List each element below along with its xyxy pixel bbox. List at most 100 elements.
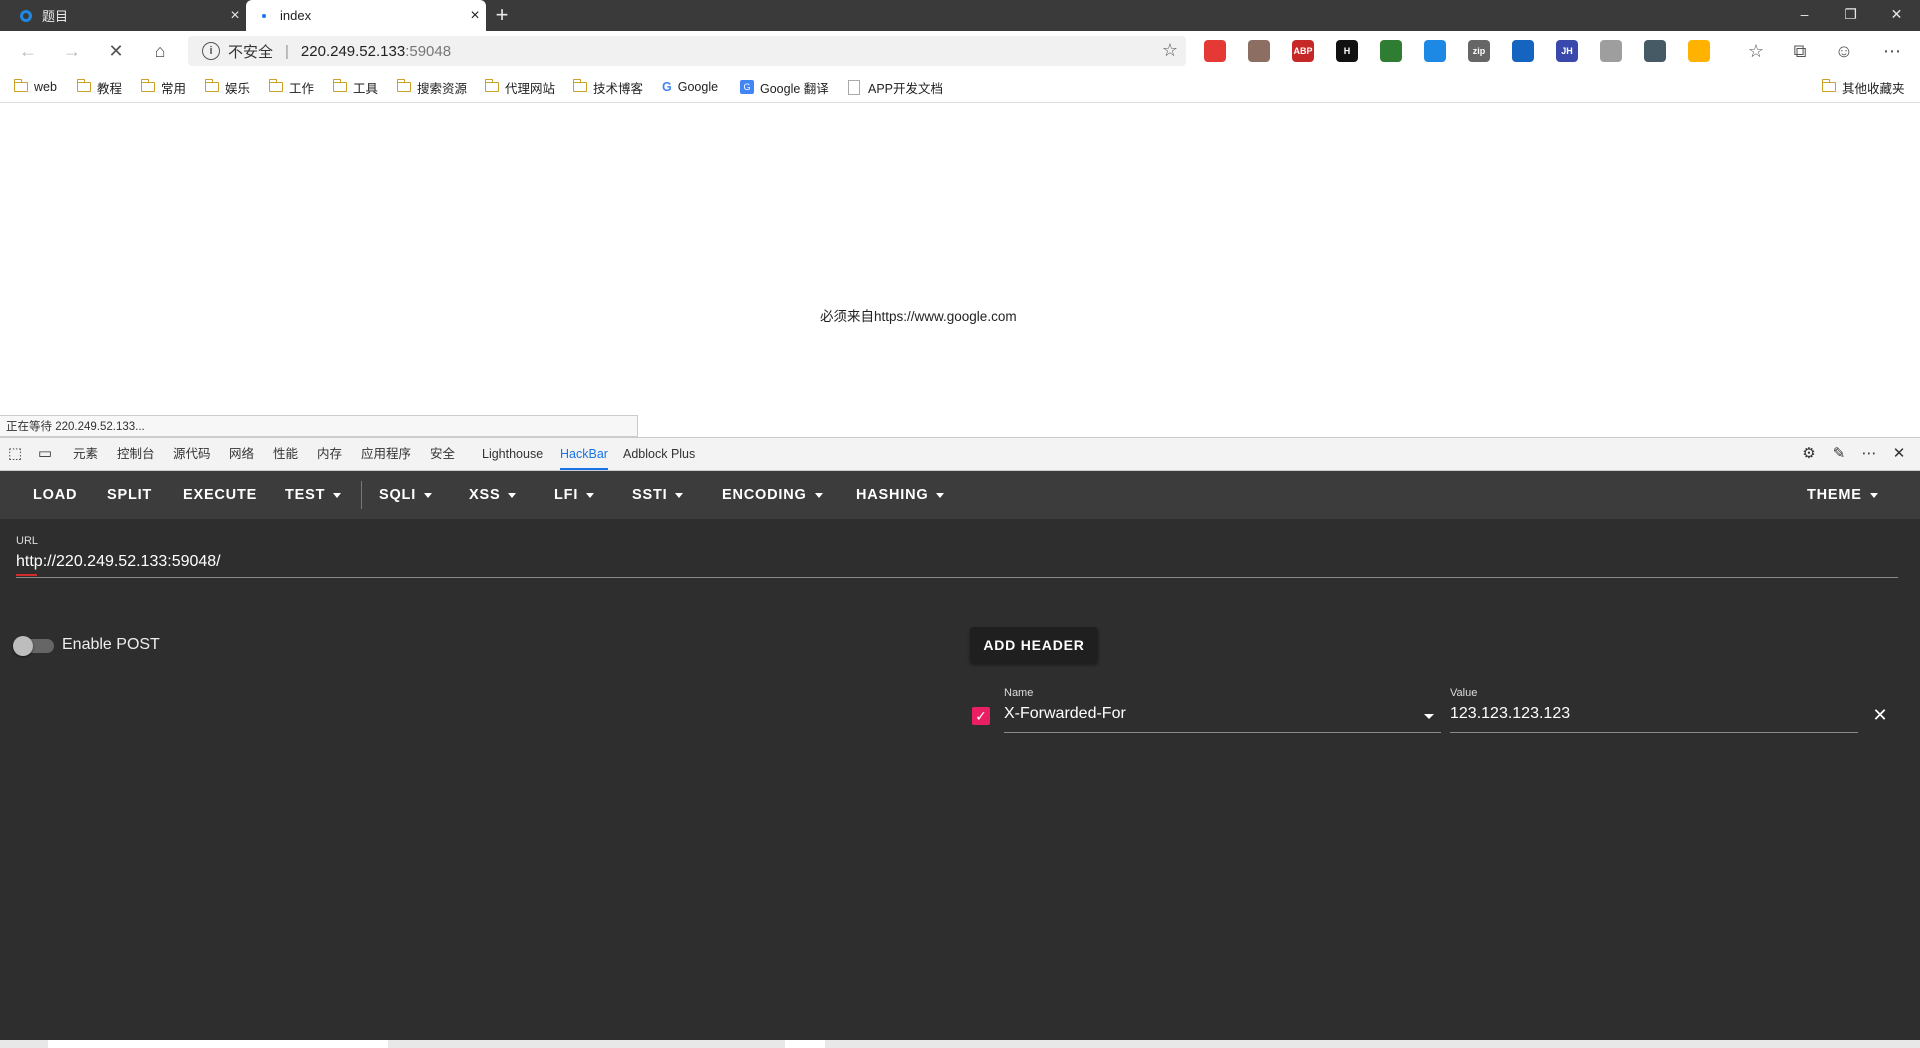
encoding-menu-button[interactable]: ENCODING: [722, 471, 823, 519]
loading-dot-icon: [256, 8, 272, 24]
tab-close-icon[interactable]: ×: [224, 7, 246, 25]
image-extension-icon[interactable]: [1512, 40, 1534, 62]
devtools-tab-lighthouse[interactable]: Lighthouse: [482, 438, 543, 470]
chat-extension-icon[interactable]: [1644, 40, 1666, 62]
globe-extension-icon[interactable]: [1424, 40, 1446, 62]
xss-menu-button[interactable]: XSS: [469, 471, 517, 519]
forward-icon[interactable]: →: [58, 37, 86, 65]
profile-avatar-icon[interactable]: ☺: [1830, 37, 1858, 65]
new-tab-icon[interactable]: +: [490, 3, 514, 27]
minimize-icon[interactable]: –: [1782, 0, 1827, 31]
favorite-star-icon[interactable]: ☆: [1162, 40, 1178, 61]
collections-icon[interactable]: ⧉: [1786, 37, 1814, 65]
devtools-tab-application[interactable]: 应用程序: [361, 438, 411, 470]
bookmark-folder-common[interactable]: 常用: [140, 78, 186, 96]
h-extension-icon[interactable]: H: [1336, 40, 1358, 62]
folder-icon: [13, 79, 28, 92]
load-button[interactable]: LOAD: [33, 471, 77, 519]
execute-button[interactable]: EXECUTE: [183, 471, 257, 519]
zip-extension-icon[interactable]: zip: [1468, 40, 1490, 62]
header-name-label: Name: [1004, 687, 1034, 699]
back-icon[interactable]: ←: [14, 37, 42, 65]
restore-icon[interactable]: ❐: [1828, 0, 1873, 31]
chevron-down-icon: [508, 492, 517, 498]
jh-extension-icon[interactable]: JH: [1556, 40, 1578, 62]
folder-icon: [76, 79, 91, 92]
test-menu-button[interactable]: TEST: [285, 471, 342, 519]
devtools-close-icon[interactable]: ✕: [1888, 443, 1910, 465]
header-enabled-checkbox[interactable]: ✓: [972, 707, 990, 725]
ssti-menu-button[interactable]: SSTI: [632, 471, 684, 519]
bookmark-folder-web[interactable]: web: [13, 78, 57, 96]
devtools-more-icon[interactable]: ⋯: [1858, 443, 1880, 465]
page-viewport: 必须来自https://www.google.com: [0, 103, 1920, 437]
home-icon[interactable]: ⌂: [146, 37, 174, 65]
menu-label: THEME: [1807, 487, 1862, 503]
browser-tab-1[interactable]: 题目 ×: [8, 0, 246, 31]
paw-extension-icon[interactable]: [1380, 40, 1402, 62]
header-name-input[interactable]: X-Forwarded-For: [1004, 705, 1126, 723]
info-icon[interactable]: i: [202, 42, 220, 60]
bookmark-folder-tools[interactable]: 工具: [332, 78, 378, 96]
infinity-extension-icon[interactable]: [1204, 40, 1226, 62]
feedback-icon[interactable]: ✎: [1828, 443, 1850, 465]
bookmark-app-docs[interactable]: APP开发文档: [848, 78, 943, 96]
bookmark-label: 教程: [97, 81, 123, 96]
devtools-tab-network[interactable]: 网络: [229, 438, 254, 470]
tab-close-icon[interactable]: ×: [464, 7, 486, 25]
more-menu-icon[interactable]: ⋯: [1878, 37, 1906, 65]
enable-post-toggle[interactable]: [13, 636, 54, 656]
chevron-down-icon: [586, 492, 595, 498]
address-host: 220.249.52.133: [300, 42, 406, 60]
browser-tab-2[interactable]: index ×: [246, 0, 486, 31]
sqli-menu-button[interactable]: SQLI: [379, 471, 433, 519]
devtools-tab-hackbar[interactable]: HackBar: [560, 438, 608, 470]
folder-icon: [572, 79, 587, 92]
bookmark-folder-entertainment[interactable]: 娱乐: [204, 78, 250, 96]
status-bubble: 正在等待 220.249.52.133...: [0, 415, 638, 437]
devtools-tab-memory[interactable]: 内存: [317, 438, 342, 470]
lfi-menu-button[interactable]: LFI: [554, 471, 595, 519]
bookmark-other-favorites[interactable]: 其他收藏夹: [1821, 78, 1905, 96]
cursor-extension-icon[interactable]: [1600, 40, 1622, 62]
bookmark-google[interactable]: G Google: [662, 78, 718, 96]
bookmark-folder-blog[interactable]: 技术博客: [572, 78, 643, 96]
menu-label: LFI: [554, 487, 579, 503]
stop-icon[interactable]: ✕: [102, 37, 130, 65]
spellcheck-underline: [16, 574, 37, 576]
split-button[interactable]: SPLIT: [107, 471, 152, 519]
device-emulation-icon[interactable]: ▭: [34, 443, 56, 465]
theme-menu-button[interactable]: THEME: [1807, 471, 1878, 519]
remove-header-close-icon[interactable]: ✕: [1872, 705, 1888, 725]
menu-label: TEST: [285, 487, 326, 503]
bookmark-folder-search[interactable]: 搜索资源: [396, 78, 467, 96]
hashing-menu-button[interactable]: HASHING: [856, 471, 945, 519]
header-name-dropdown-icon[interactable]: [1424, 714, 1434, 719]
devtools-tab-performance[interactable]: 性能: [273, 438, 298, 470]
devtools-tab-elements[interactable]: 元素: [73, 438, 98, 470]
devtools-tab-adblock-plus[interactable]: Adblock Plus: [623, 438, 695, 470]
bookmark-folder-tutorial[interactable]: 教程: [76, 78, 123, 96]
bookmark-label: Google: [677, 80, 719, 94]
bookmark-folder-proxy[interactable]: 代理网站: [484, 78, 555, 96]
favorites-icon[interactable]: ☆: [1742, 37, 1770, 65]
url-input[interactable]: http://220.249.52.133:59048/: [16, 553, 221, 571]
devtools-tab-sources[interactable]: 源代码: [173, 438, 211, 470]
devtools-tab-security[interactable]: 安全: [430, 438, 455, 470]
header-value-input[interactable]: 123.123.123.123: [1450, 705, 1570, 723]
address-separator: |: [285, 42, 289, 60]
address-bar[interactable]: i 不安全 | 220.249.52.133:59048 ☆: [188, 36, 1186, 66]
devtools-tab-console[interactable]: 控制台: [117, 438, 155, 470]
inspect-element-icon[interactable]: ⬚: [4, 443, 26, 465]
close-window-icon[interactable]: ✕: [1874, 0, 1919, 31]
bookmark-label: 工作: [289, 81, 315, 96]
bookmark-google-translate[interactable]: G Google 翻译: [740, 78, 829, 96]
add-header-button[interactable]: ADD HEADER: [970, 627, 1098, 663]
settings-gear-icon[interactable]: ⚙: [1798, 443, 1820, 465]
hackbar-menu: LOAD SPLIT EXECUTE TEST SQLI XSS LFI SST…: [0, 471, 1920, 519]
owl-extension-icon[interactable]: [1248, 40, 1270, 62]
adblock-plus-icon[interactable]: ABP: [1292, 40, 1314, 62]
folder-icon: [332, 79, 347, 92]
color-extension-icon[interactable]: [1688, 40, 1710, 62]
bookmark-folder-work[interactable]: 工作: [268, 78, 315, 96]
